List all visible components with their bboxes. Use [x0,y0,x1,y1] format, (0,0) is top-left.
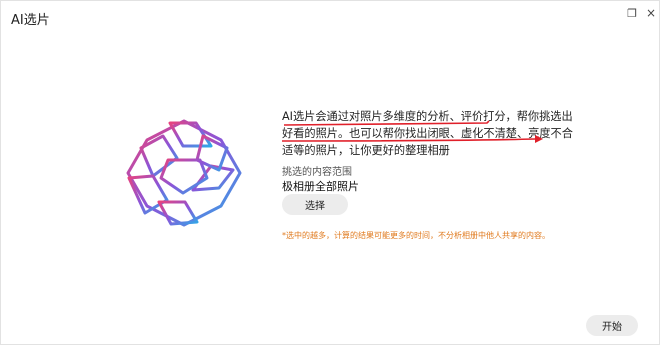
description-line-2: 好看的照片。也可以帮你找出闭眼、虚化不清楚、亮度不合 [282,127,573,140]
feature-description: AI选片会通过对照片多维度的分析、评价打分，帮你挑选出 好看的照片。也可以帮你找… [282,108,573,159]
ai-select-logo [126,119,242,227]
scope-value: 极相册全部照片 [282,180,359,193]
scope-label: 挑选的内容范围 [282,167,352,178]
start-button[interactable]: 开始 [586,315,638,336]
description-line-3: 适等的照片，让你更好的整理相册 [282,144,450,157]
window-title: AI选片 [11,13,50,28]
ai-select-window: AI选片 ❐ × AI选片会通过对照片多维度的分析、评价打分，帮你挑选出 好看的… [0,0,660,345]
description-line-1: AI选片会通过对照片多维度的分析、评价打分，帮你挑选出 [282,110,573,123]
close-icon[interactable]: × [640,5,660,21]
notice-text: *选中的越多，计算的结果可能更多的时间，不分析相册中他人共享的内容。 [282,231,550,240]
select-button[interactable]: 选择 [282,194,348,215]
title-bar: AI选片 ❐ × [1,1,660,35]
